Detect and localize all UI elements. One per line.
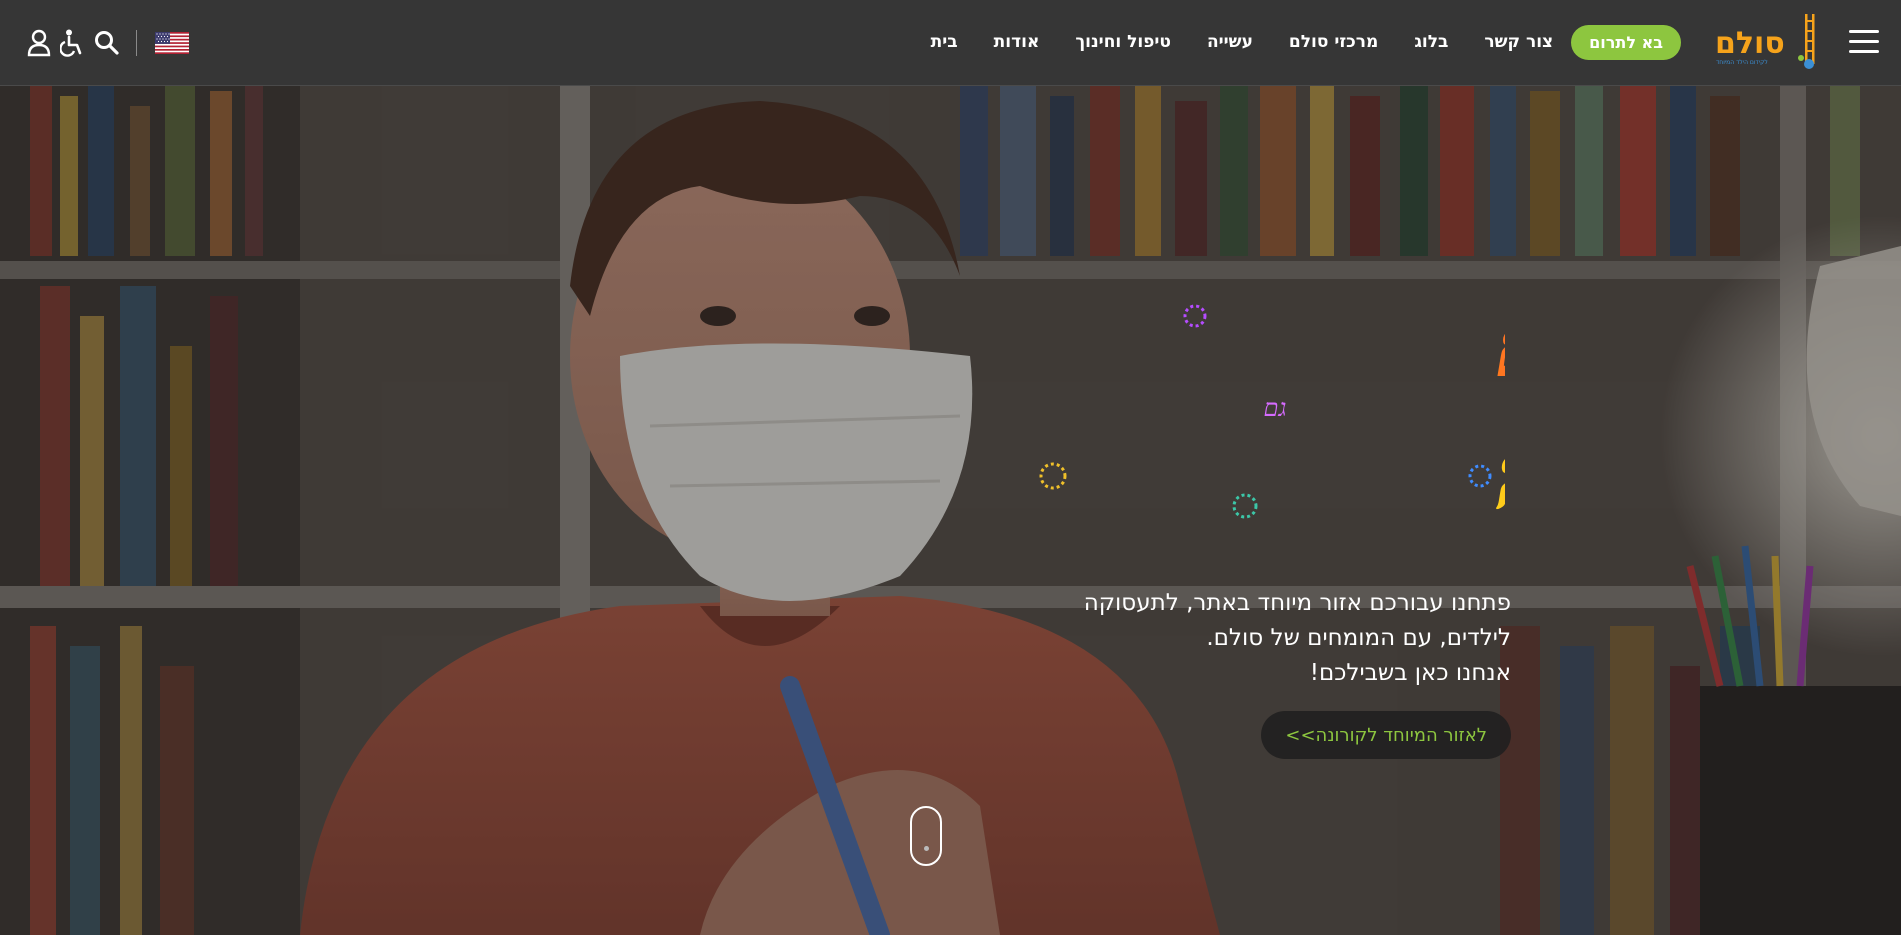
nav-sulam-centers[interactable]: מרכזי סולם	[1271, 32, 1396, 52]
hero-body-text: פתחנו עבורכם אזור מיוחד באתר, לתעסוקה לי…	[951, 586, 1511, 691]
sulam-logo[interactable]: סולם לקידום הילד המיוחד	[1711, 12, 1817, 72]
svg-text:גם: גם	[1264, 394, 1287, 422]
nav-treatment-education[interactable]: טיפול וחינוך	[1057, 32, 1189, 52]
hero-section: סולם איתכם גם בקורונה פתחנו עבורכם אזור …	[0, 86, 1901, 935]
nav-home[interactable]: בית	[913, 32, 976, 52]
hero-body-line-1: פתחנו עבורכם אזור מיוחד באתר, לתעסוקה	[1083, 590, 1511, 616]
svg-text:בקורונה: בקורונה	[1495, 429, 1505, 528]
donate-button[interactable]: בא לתרום	[1571, 24, 1681, 60]
nav-activity[interactable]: עשייה	[1189, 32, 1271, 52]
main-nav: בית אודות טיפול וחינוך עשייה מרכזי סולם …	[913, 22, 1683, 62]
user-icon[interactable]	[22, 24, 56, 62]
scroll-down-icon[interactable]	[910, 806, 942, 866]
corona-zone-button[interactable]: לאזור המיוחד לקורונה>>	[1261, 711, 1511, 759]
us-flag-icon[interactable]	[155, 32, 189, 54]
hero-dark-overlay	[0, 86, 1901, 935]
search-icon[interactable]	[90, 24, 124, 62]
svg-text:סולם: סולם	[1715, 26, 1785, 61]
nav-contact[interactable]: צור קשר	[1466, 32, 1571, 52]
accessibility-icon[interactable]	[56, 24, 90, 62]
site-header: בית אודות טיפול וחינוך עשייה מרכזי סולם …	[0, 0, 1901, 86]
svg-text:סולם איתכם: סולם איתכם	[1495, 308, 1505, 394]
header-utilities	[22, 24, 189, 62]
nav-blog[interactable]: בלוג	[1396, 32, 1466, 52]
menu-toggle-icon[interactable]	[1849, 30, 1879, 54]
hero-body-line-3: אנחנו כאן בשבילכם!	[1309, 660, 1511, 686]
hero-headline-artwork: סולם איתכם גם בקורונה	[1039, 304, 1505, 528]
nav-about[interactable]: אודות	[976, 32, 1058, 52]
svg-text:לקידום הילד המיוחד: לקידום הילד המיוחד	[1716, 59, 1768, 66]
utility-divider	[136, 30, 137, 56]
hero-body-line-2: לילדים, עם המומחים של סולם.	[1206, 625, 1511, 651]
